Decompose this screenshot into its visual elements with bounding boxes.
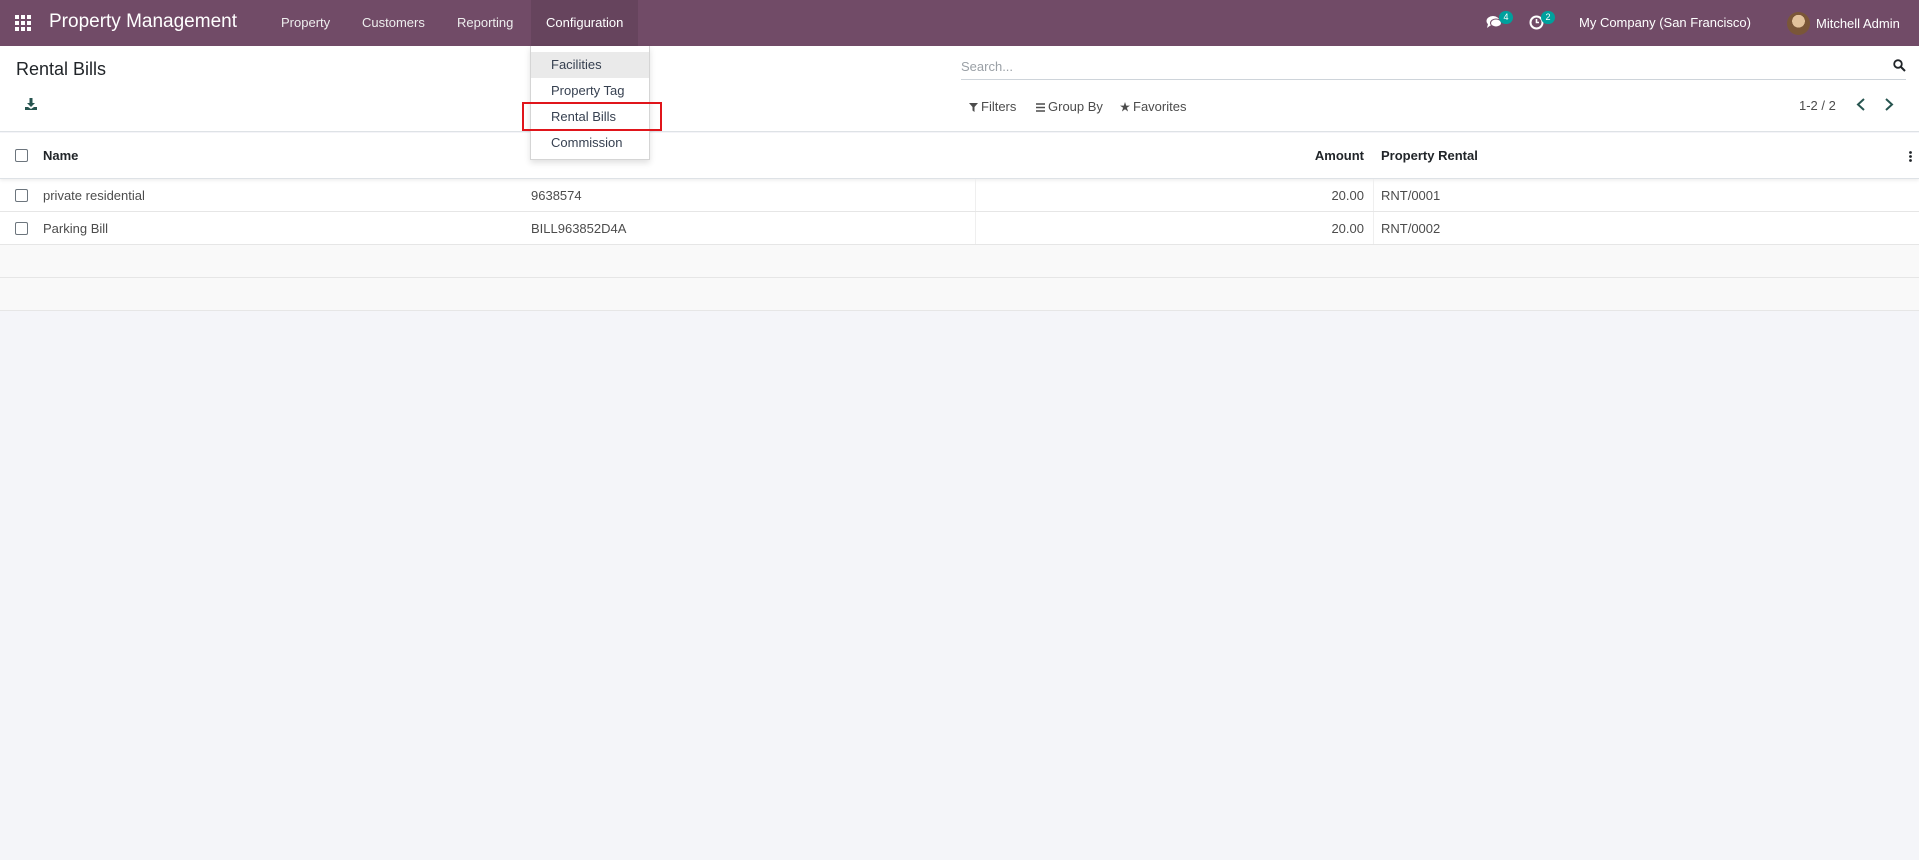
cell-property-rental[interactable]: RNT/0001: [1381, 179, 1440, 211]
menu-reporting[interactable]: Reporting: [442, 0, 528, 46]
top-navbar: Property Management Property Customers R…: [0, 0, 1919, 46]
table-row[interactable]: private residential 9638574 20.00 RNT/00…: [0, 179, 1919, 212]
cell-name[interactable]: private residential: [43, 179, 145, 211]
group-by-label: Group By: [1048, 99, 1103, 114]
row-select-cell: [15, 179, 28, 211]
cell-reference[interactable]: BILL963852D4A: [531, 212, 626, 244]
favorites-label: Favorites: [1133, 99, 1187, 114]
cell-property-rental[interactable]: RNT/0002: [1381, 212, 1440, 244]
configuration-dropdown: Facilities Property Tag Rental Bills Com…: [530, 46, 650, 160]
column-header-amount[interactable]: Amount: [975, 133, 1364, 178]
apps-icon[interactable]: [15, 15, 32, 31]
kebab-icon[interactable]: [1909, 151, 1912, 162]
export-button[interactable]: [25, 98, 37, 113]
user-name: Mitchell Admin: [1816, 15, 1900, 31]
column-header-property-rental[interactable]: Property Rental: [1381, 133, 1478, 178]
menu-configuration[interactable]: Configuration: [531, 0, 639, 46]
cell-reference[interactable]: 9638574: [531, 179, 582, 211]
search-input[interactable]: [961, 56, 1861, 76]
row-checkbox[interactable]: [15, 221, 28, 235]
dropdown-item-rental-bills[interactable]: Rental Bills: [531, 104, 649, 130]
app-brand[interactable]: Property Management: [49, 11, 237, 33]
table-row[interactable]: Parking Bill BILL963852D4A 20.00 RNT/000…: [0, 212, 1919, 245]
search-icon[interactable]: [1893, 59, 1906, 72]
star-icon: [1120, 102, 1130, 112]
messages-button[interactable]: 4: [1484, 0, 1516, 46]
table-header: Name Amount Property Rental: [0, 133, 1919, 179]
filters-label: Filters: [981, 99, 1017, 114]
favorites-button[interactable]: Favorites: [1120, 97, 1186, 117]
activities-button[interactable]: 2: [1527, 0, 1557, 46]
search-bar: [961, 54, 1906, 80]
activities-badge: 2: [1541, 11, 1555, 24]
empty-row: [0, 245, 1919, 278]
avatar: [1787, 11, 1810, 35]
column-divider: [1373, 179, 1374, 211]
pager-value[interactable]: 1-2 / 2: [1799, 98, 1836, 113]
cell-amount[interactable]: 20.00: [975, 179, 1364, 211]
messages-badge: 4: [1499, 11, 1513, 24]
cell-name[interactable]: Parking Bill: [43, 212, 108, 244]
select-all-checkbox[interactable]: [15, 149, 28, 162]
group-by-icon: [1036, 102, 1045, 112]
list-view: Name Amount Property Rental private resi…: [0, 133, 1919, 311]
chevron-left-icon[interactable]: [1856, 98, 1866, 111]
column-header-name[interactable]: Name: [43, 133, 78, 178]
group-by-button[interactable]: Group By: [1036, 97, 1103, 117]
filter-icon: [969, 102, 978, 112]
chevron-right-icon[interactable]: [1884, 98, 1894, 111]
empty-row: [0, 278, 1919, 311]
row-select-cell: [15, 212, 28, 244]
select-all-cell: [15, 133, 28, 178]
download-icon: [25, 98, 37, 110]
page-title: Rental Bills: [16, 59, 107, 79]
menu-customers[interactable]: Customers: [347, 0, 440, 46]
control-panel: Rental Bills Filters Group By Favorites …: [0, 46, 1919, 132]
dropdown-item-facilities[interactable]: Facilities: [531, 52, 649, 78]
user-menu[interactable]: Mitchell Admin: [1787, 0, 1900, 46]
menu-property[interactable]: Property: [266, 0, 345, 46]
company-switcher[interactable]: My Company (San Francisco): [1579, 0, 1751, 46]
row-checkbox[interactable]: [15, 188, 28, 202]
dropdown-item-commission[interactable]: Commission: [531, 130, 649, 156]
dropdown-item-property-tag[interactable]: Property Tag: [531, 78, 649, 104]
column-divider: [1373, 212, 1374, 244]
cell-amount[interactable]: 20.00: [975, 212, 1364, 244]
filters-button[interactable]: Filters: [969, 97, 1016, 117]
